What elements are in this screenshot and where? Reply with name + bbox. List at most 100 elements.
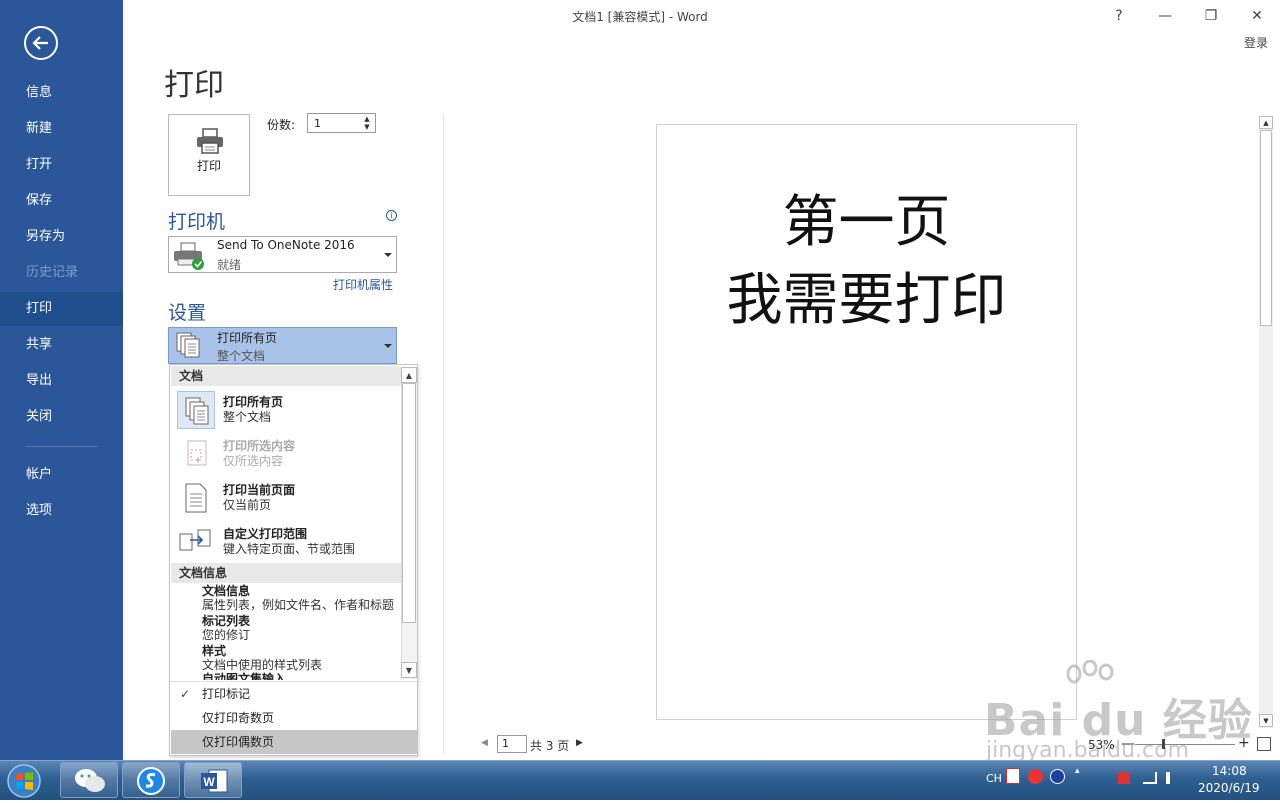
input-method-icon[interactable] bbox=[1006, 768, 1020, 784]
option-styles[interactable]: 样式 文档中使用的样式列表 bbox=[202, 644, 322, 672]
print-range-menu: 文档 打印所有页 整个文档 打印所选内容 仅所选内容 打印当前页面 仅当前页 自… bbox=[169, 364, 418, 756]
copies-value: 1 bbox=[314, 117, 321, 130]
option-print-markup[interactable]: ✓ 打印标记 bbox=[171, 682, 417, 706]
sidebar-item-info[interactable]: 信息 bbox=[0, 76, 123, 110]
option-title: 样式 bbox=[202, 644, 227, 658]
option-title: 文档信息 bbox=[202, 584, 251, 598]
printer-properties-link[interactable]: 打印机属性 bbox=[333, 276, 393, 293]
menu-group-document: 文档 bbox=[171, 366, 401, 386]
sidebar-item-save-as[interactable]: 另存为 bbox=[0, 220, 123, 254]
option-label: 打印标记 bbox=[202, 687, 251, 701]
zoom-slider[interactable] bbox=[1135, 744, 1235, 745]
taskbar-app-word[interactable]: W bbox=[184, 762, 242, 798]
page-number-input[interactable]: 1 bbox=[497, 735, 527, 753]
spinner-arrows-icon[interactable]: ▲ ▼ bbox=[361, 115, 373, 131]
windows-start-icon[interactable] bbox=[4, 762, 48, 800]
previous-page-icon[interactable]: ◀ bbox=[481, 738, 488, 748]
selection-page-icon bbox=[177, 435, 215, 473]
chevron-down-icon bbox=[384, 253, 392, 257]
option-label: 仅打印偶数页 bbox=[202, 735, 275, 749]
menu-scrollbar-thumb[interactable] bbox=[402, 383, 416, 623]
sidebar-item-export[interactable]: 导出 bbox=[0, 364, 123, 398]
option-document-info[interactable]: 文档信息 属性列表，例如文件名、作者和标题 bbox=[202, 584, 394, 612]
close-button[interactable]: ✕ bbox=[1234, 4, 1280, 28]
scroll-down-icon[interactable]: ▼ bbox=[401, 662, 417, 678]
printer-dropdown[interactable]: Send To OneNote 2016 就绪 bbox=[168, 236, 397, 273]
svg-text:W: W bbox=[203, 775, 215, 789]
sidebar-item-account[interactable]: 帐户 bbox=[0, 458, 123, 492]
option-markup-list[interactable]: 标记列表 您的修订 bbox=[202, 614, 250, 642]
preview-scrollbar-thumb[interactable] bbox=[1260, 130, 1272, 326]
option-custom-range[interactable]: 自定义打印范围 键入特定页面、节或范围 bbox=[171, 519, 401, 563]
ime-indicator[interactable]: CH bbox=[986, 772, 1002, 785]
sign-in-link[interactable]: 登录 bbox=[1244, 34, 1268, 51]
copies-spinner[interactable]: 1 ▲ ▼ bbox=[307, 113, 376, 133]
option-print-even-pages[interactable]: 仅打印偶数页 bbox=[171, 730, 417, 754]
sidebar-item-open[interactable]: 打开 bbox=[0, 148, 123, 182]
sogou-input-icon[interactable] bbox=[1028, 769, 1043, 784]
checkmark-icon: ✓ bbox=[180, 687, 191, 701]
menu-group-document-info: 文档信息 bbox=[171, 563, 401, 583]
volume-icon[interactable] bbox=[1166, 772, 1180, 784]
next-page-icon[interactable]: ▶ bbox=[576, 738, 583, 748]
printer-icon bbox=[197, 128, 223, 154]
option-print-current-page[interactable]: 打印当前页面 仅当前页 bbox=[171, 475, 401, 519]
print-range-dropdown[interactable]: 打印所有页 整个文档 bbox=[168, 327, 397, 364]
sidebar-item-close[interactable]: 关闭 bbox=[0, 400, 123, 434]
print-range-title: 打印所有页 bbox=[217, 331, 278, 345]
zoom-to-page-icon[interactable] bbox=[1257, 737, 1271, 751]
sidebar-item-save[interactable]: 保存 bbox=[0, 184, 123, 218]
back-arrow-icon[interactable] bbox=[24, 26, 58, 60]
taskbar-app-wechat[interactable] bbox=[60, 762, 118, 798]
help-tray-icon[interactable] bbox=[1050, 769, 1065, 784]
sidebar-item-print[interactable]: 打印 bbox=[0, 292, 123, 326]
zoom-level[interactable]: 53% bbox=[1088, 738, 1115, 752]
option-print-all-pages[interactable]: 打印所有页 整个文档 bbox=[171, 387, 401, 431]
print-button-label: 打印 bbox=[196, 159, 221, 173]
zoom-slider-thumb[interactable] bbox=[1162, 739, 1165, 749]
all-pages-icon bbox=[177, 391, 215, 429]
wechat-icon bbox=[75, 769, 105, 792]
sidebar-divider bbox=[26, 446, 98, 447]
custom-range-icon bbox=[177, 523, 215, 561]
signal-icon[interactable] bbox=[1143, 772, 1157, 784]
print-range-subtitle: 整个文档 bbox=[217, 349, 266, 363]
network-alert-icon[interactable] bbox=[1118, 772, 1130, 784]
all-pages-icon bbox=[176, 332, 200, 358]
option-autotext[interactable]: 自动图文集输入 bbox=[202, 672, 286, 680]
clock-time[interactable]: 14:08 bbox=[1212, 764, 1247, 778]
option-subtitle: 整个文档 bbox=[223, 410, 272, 424]
help-button[interactable]: ? bbox=[1096, 4, 1142, 28]
zoom-out-button[interactable]: — bbox=[1121, 736, 1135, 752]
scroll-up-icon[interactable]: ▲ bbox=[1259, 116, 1273, 129]
scroll-up-icon[interactable]: ▲ bbox=[401, 367, 417, 383]
print-button[interactable]: 打印 bbox=[168, 114, 250, 196]
minimize-button[interactable]: — bbox=[1142, 4, 1188, 28]
page-total: 共 3 页 bbox=[530, 739, 570, 753]
sidebar-item-new[interactable]: 新建 bbox=[0, 112, 123, 146]
option-subtitle: 仅所选内容 bbox=[223, 454, 284, 468]
sogou-browser-icon bbox=[137, 767, 165, 795]
restore-button[interactable]: ❐ bbox=[1188, 4, 1234, 28]
tray-expand-icon[interactable]: ▴ bbox=[1075, 766, 1080, 776]
page-title: 打印 bbox=[164, 68, 224, 103]
printer-status: 就绪 bbox=[217, 258, 242, 272]
option-title: 标记列表 bbox=[202, 614, 251, 628]
scroll-down-icon[interactable]: ▼ bbox=[1259, 714, 1273, 727]
sidebar-item-options[interactable]: 选项 bbox=[0, 494, 123, 528]
taskbar-app-sogou[interactable] bbox=[122, 762, 180, 798]
info-icon[interactable]: i bbox=[386, 210, 397, 221]
zoom-in-button[interactable]: + bbox=[1238, 735, 1250, 751]
printer-ready-icon bbox=[174, 242, 204, 270]
option-label: 仅打印奇数页 bbox=[202, 711, 275, 725]
option-print-odd-pages[interactable]: 仅打印奇数页 bbox=[171, 706, 417, 730]
option-subtitle: 仅当前页 bbox=[223, 498, 272, 512]
preview-text-line: 我需要打印 bbox=[726, 268, 1007, 333]
sidebar-item-share[interactable]: 共享 bbox=[0, 328, 123, 362]
preview-text-line: 第一页 bbox=[782, 190, 951, 255]
option-subtitle: 文档中使用的样式列表 bbox=[202, 658, 323, 672]
clock-date[interactable]: 2020/6/19 bbox=[1198, 781, 1260, 795]
settings-section-title: 设置 bbox=[168, 302, 207, 324]
current-page-icon bbox=[177, 479, 215, 517]
chevron-down-icon bbox=[384, 344, 392, 348]
